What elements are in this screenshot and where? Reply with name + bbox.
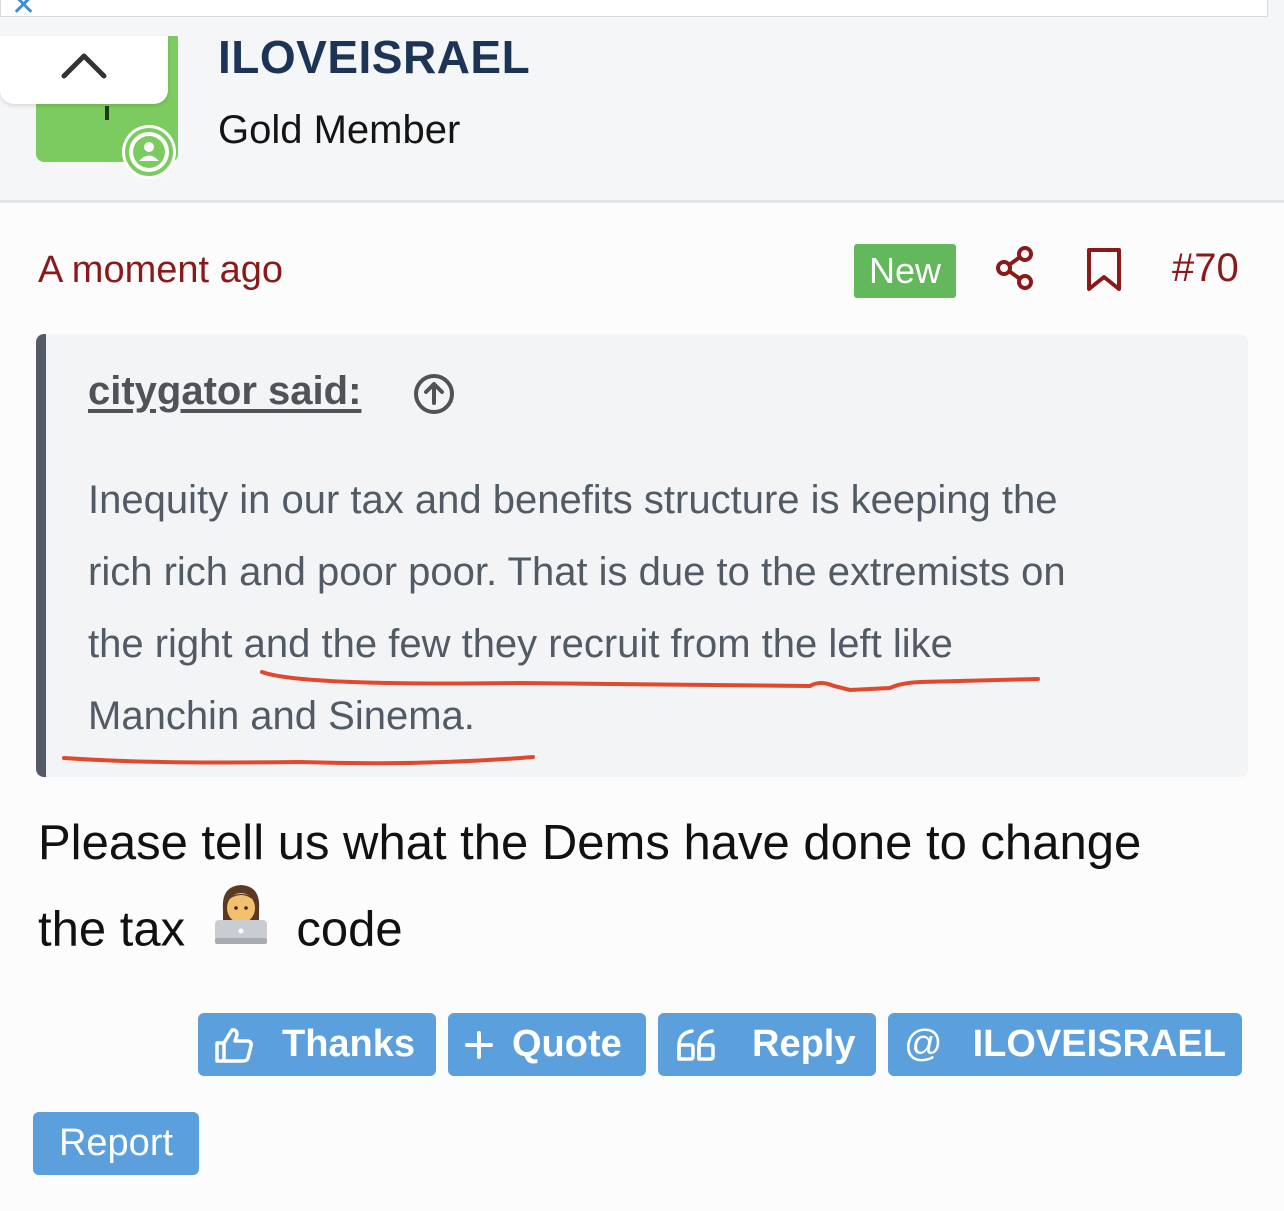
author-username[interactable]: ILOVEISRAEL <box>218 30 530 84</box>
quote-marks-icon <box>676 1028 718 1062</box>
quote-line: Inequity in our tax and benefits structu… <box>88 478 1058 522</box>
post-text: code <box>296 902 403 957</box>
new-badge: New <box>854 244 956 298</box>
author-title: Gold Member <box>218 108 461 152</box>
bookmark-icon[interactable] <box>1085 247 1123 293</box>
post-line: Please tell us what the Dems have done t… <box>38 816 1142 870</box>
post-line-2: the tax code <box>38 885 1258 979</box>
share-icon[interactable] <box>995 246 1037 290</box>
collapse-button[interactable] <box>0 36 168 104</box>
avatar-glyph <box>105 106 109 120</box>
thanks-label: Thanks <box>282 1023 416 1065</box>
mention-button[interactable]: @ ILOVEISRAEL <box>888 1013 1242 1076</box>
quote-button[interactable]: Quote <box>448 1013 646 1076</box>
chevron-up-icon <box>61 53 107 79</box>
post-text: the tax <box>38 902 186 957</box>
at-icon: @ <box>904 1023 943 1065</box>
post-author-header: ILOVEISRAEL Gold Member <box>0 31 1284 203</box>
mention-label: ILOVEISRAEL <box>972 1023 1226 1065</box>
top-strip: ✕ <box>0 0 1268 23</box>
online-user-icon <box>122 125 176 179</box>
post-number-link[interactable]: #70 <box>1172 246 1239 291</box>
quote-text: Inequity in our tax and benefits structu… <box>88 464 1208 752</box>
post-timestamp[interactable]: A moment ago <box>38 249 283 292</box>
close-icon[interactable]: ✕ <box>11 0 36 23</box>
quote-author-link[interactable]: citygator said: <box>88 369 361 414</box>
reply-label: Reply <box>752 1023 856 1065</box>
quote-block: citygator said: Inequity in our tax and … <box>36 334 1248 777</box>
quote-line: Manchin and Sinema. <box>88 694 475 738</box>
technologist-emoji-icon <box>211 880 271 973</box>
thumbs-up-icon <box>214 1026 254 1064</box>
quote-label: Quote <box>512 1023 622 1065</box>
thanks-button[interactable]: Thanks <box>198 1013 436 1076</box>
reply-button[interactable]: Reply <box>658 1013 876 1076</box>
report-button[interactable]: Report <box>33 1112 199 1175</box>
quote-line: rich rich and poor poor. That is due to … <box>88 550 1066 594</box>
post-message: Please tell us what the Dems have done t… <box>38 800 1258 979</box>
plus-icon <box>464 1030 494 1060</box>
browser-top-bar: ✕ <box>0 0 1284 36</box>
arrow-up-circle-icon[interactable] <box>412 372 456 416</box>
quote-line: the right and the few they recruit from … <box>88 622 953 666</box>
